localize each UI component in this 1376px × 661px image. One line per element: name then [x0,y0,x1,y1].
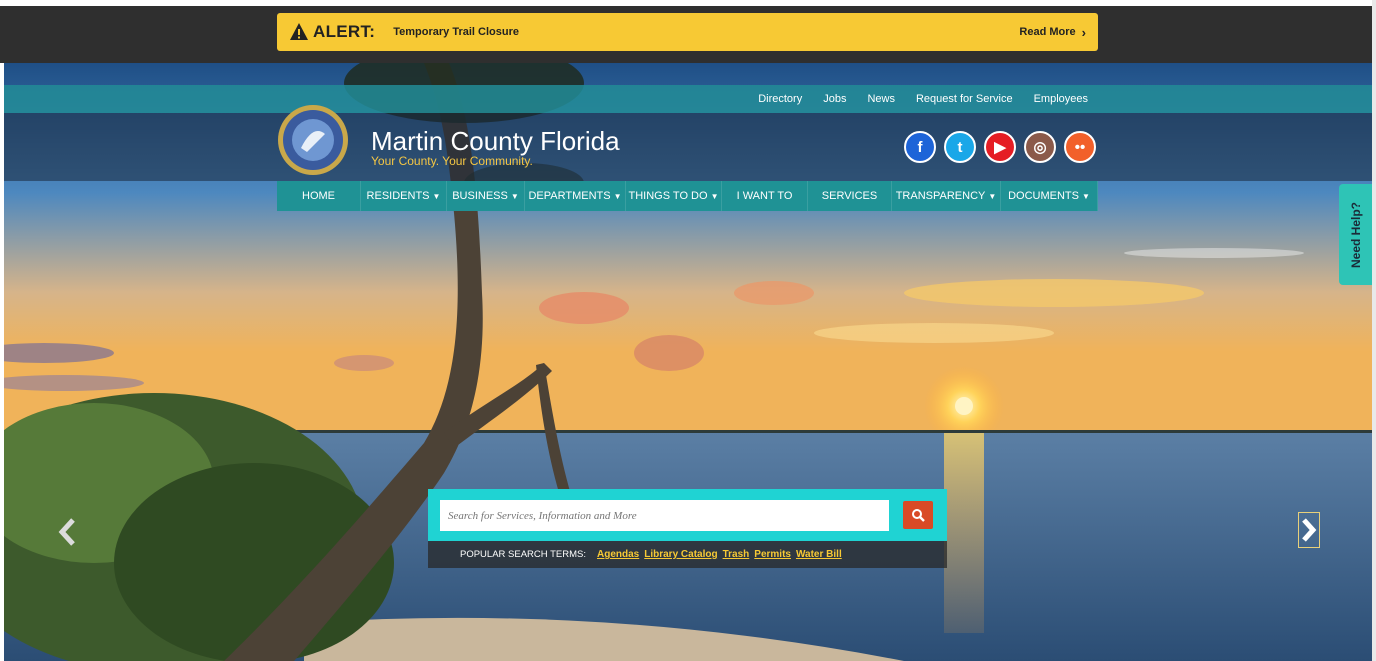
utility-nav: Directory Jobs News Request for Service … [758,85,1088,113]
utility-link-employees[interactable]: Employees [1034,93,1088,105]
flickr-icon[interactable]: •• [1064,131,1096,163]
popular-terms-label: POPULAR SEARCH TERMS: [460,549,586,560]
nav-i-want-to[interactable]: I WANT TO [722,181,808,211]
twitter-icon[interactable]: t [944,131,976,163]
nav-business[interactable]: BUSINESS ▼ [447,181,525,211]
nav-transparency[interactable]: TRANSPARENCY ▼ [892,181,1001,211]
site-title[interactable]: Martin County Florida [371,126,620,157]
utility-link-directory[interactable]: Directory [758,93,802,105]
nav-residents-label: RESIDENTS [366,190,430,202]
need-help-tab[interactable]: Need Help? [1339,184,1372,285]
instagram-icon[interactable]: ◎ [1024,131,1056,163]
nav-transparency-label: TRANSPARENCY [895,190,986,202]
alert-message[interactable]: Temporary Trail Closure [393,26,519,38]
nav-departments-label: DEPARTMENTS [528,190,611,202]
nav-things-to-do-label: THINGS TO DO [628,190,708,202]
caret-down-icon: ▼ [710,191,719,201]
nav-business-label: BUSINESS [452,190,508,202]
nav-services-label: SERVICES [821,190,878,202]
youtube-icon[interactable]: ▶ [984,131,1016,163]
search-input[interactable] [440,500,889,531]
popular-term-water-bill[interactable]: Water Bill [796,549,842,560]
main-nav: HOME RESIDENTS ▼ BUSINESS ▼ DEPARTMENTS ▼ T… [277,181,1098,211]
nav-things-to-do[interactable]: THINGS TO DO ▼ [626,181,722,211]
alert-label: ALERT: [313,22,376,41]
popular-term-library-catalog[interactable]: Library Catalog [644,549,717,560]
site-tagline: Your County. Your Community. [371,154,533,168]
search-panel [428,489,947,541]
popular-term-trash[interactable]: Trash [723,549,750,560]
nav-documents[interactable]: DOCUMENTS ▼ [1001,181,1098,211]
nav-documents-label: DOCUMENTS [1008,190,1079,202]
nav-i-want-to-label: I WANT TO [736,190,793,202]
alert-strip: ALERT: Temporary Trail Closure Read More… [0,0,1376,63]
search-button[interactable] [903,501,933,529]
county-seal-logo[interactable] [277,104,349,176]
popular-search-terms: POPULAR SEARCH TERMS: Agendas Library Ca… [428,541,947,568]
utility-link-request-for-service[interactable]: Request for Service [916,93,1013,105]
nav-services[interactable]: SERVICES [808,181,892,211]
utility-link-news[interactable]: News [867,93,895,105]
search-icon [912,509,925,522]
need-help-label: Need Help? [1348,201,1363,268]
read-more-link[interactable]: Read More › [1019,13,1086,51]
nav-home-label: HOME [302,190,335,202]
caret-down-icon: ▼ [432,191,441,201]
chevron-right-icon: › [1081,24,1086,40]
chevron-left-icon [58,518,75,546]
popular-term-permits[interactable]: Permits [754,549,791,560]
nav-residents[interactable]: RESIDENTS ▼ [361,181,447,211]
nav-departments[interactable]: DEPARTMENTS ▼ [525,181,626,211]
facebook-icon[interactable]: f [904,131,936,163]
warning-icon [290,23,308,40]
carousel-next-button[interactable] [1298,512,1320,548]
caret-down-icon: ▼ [510,191,519,201]
nav-home[interactable]: HOME [277,181,361,211]
caret-down-icon: ▼ [988,191,997,201]
caret-down-icon: ▼ [1081,191,1090,201]
page-scrollbar[interactable] [1372,0,1376,661]
top-edge [0,0,1376,6]
carousel-prev-button[interactable] [55,515,79,549]
read-more-label: Read More [1019,26,1076,38]
utility-bar: Directory Jobs News Request for Service … [4,85,1372,113]
caret-down-icon: ▼ [613,191,622,201]
header-band [4,113,1372,181]
social-links: f t ▶ ◎ •• [904,131,1096,163]
popular-term-agendas[interactable]: Agendas [597,549,639,560]
alert-banner: ALERT: Temporary Trail Closure Read More… [277,13,1098,51]
chevron-right-icon [1302,518,1317,542]
utility-link-jobs[interactable]: Jobs [823,93,846,105]
